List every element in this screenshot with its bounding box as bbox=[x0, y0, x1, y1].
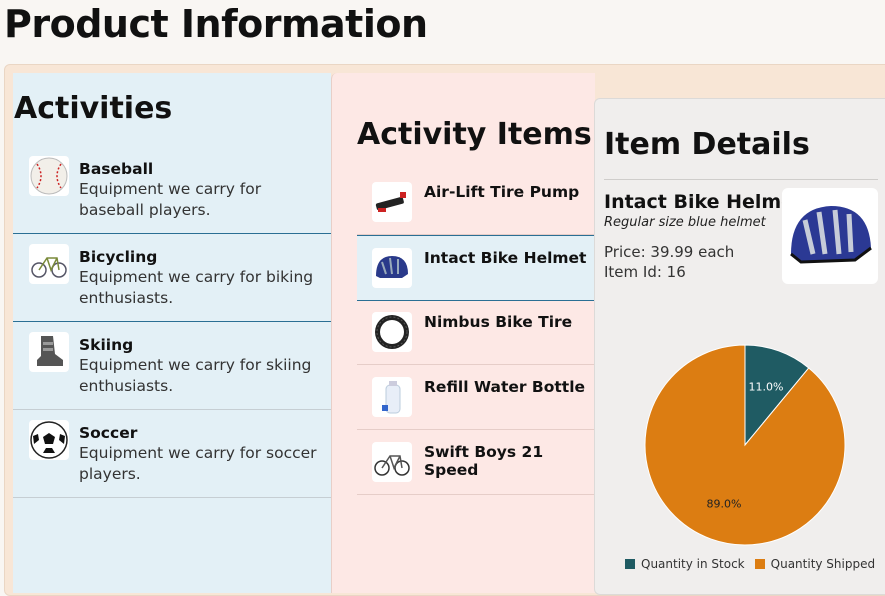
divider bbox=[604, 179, 878, 180]
activity-item-baseball[interactable]: Baseball Equipment we carry for baseball… bbox=[13, 146, 331, 234]
quantity-pie-chart: 11.0% 89.0% bbox=[644, 344, 846, 546]
bike-helmet-icon bbox=[372, 248, 412, 288]
activity-name: Bicycling bbox=[79, 248, 158, 266]
soccer-ball-icon bbox=[29, 420, 69, 460]
activity-name: Soccer bbox=[79, 424, 138, 442]
pie-label-1: 89.0% bbox=[707, 497, 742, 510]
activity-name: Skiing bbox=[79, 336, 134, 354]
legend-item-stock: Quantity in Stock bbox=[625, 557, 745, 571]
water-bottle-icon bbox=[372, 377, 412, 417]
legend-swatch bbox=[625, 559, 635, 569]
activity-item-row[interactable]: Refill Water Bottle bbox=[357, 365, 595, 430]
tire-pump-icon bbox=[372, 182, 412, 222]
item-details-heading: Item Details bbox=[604, 127, 810, 162]
activities-heading: Activities bbox=[14, 91, 173, 126]
item-details-pane: Item Details Intact Bike Helmet Regular … bbox=[594, 98, 885, 595]
activity-item-row[interactable]: Swift Boys 21 Speed bbox=[357, 430, 595, 495]
item-id: Item Id: 16 bbox=[604, 263, 686, 281]
ski-boot-icon bbox=[29, 332, 69, 372]
legend-swatch bbox=[754, 559, 765, 569]
activity-item-row[interactable]: Nimbus Bike Tire bbox=[357, 300, 595, 365]
activities-pane: Activities Baseball Equipment we carry f… bbox=[13, 73, 331, 593]
activity-name: Baseball bbox=[79, 160, 154, 178]
activity-description: Equipment we carry for skiing enthusiast… bbox=[79, 356, 312, 395]
item-price: Price: 39.99 each bbox=[604, 243, 735, 261]
activity-items-heading: Activity Items bbox=[357, 117, 592, 152]
chart-legend: Quantity in Stock Quantity Shipped bbox=[625, 557, 875, 571]
activity-item-row[interactable]: Air-Lift Tire Pump bbox=[357, 170, 595, 235]
legend-item-shipped: Quantity Shipped bbox=[754, 557, 875, 571]
activity-item-bicycling[interactable]: Bicycling Equipment we carry for biking … bbox=[13, 234, 331, 322]
activity-item-row[interactable]: Intact Bike Helmet bbox=[357, 235, 595, 301]
bicycle-icon bbox=[372, 442, 412, 482]
activity-item-name: Air-Lift Tire Pump bbox=[424, 183, 580, 201]
activity-items-pane: Activity Items Air-Lift Tire Pump Intact… bbox=[331, 73, 595, 593]
activity-item-skiing[interactable]: Skiing Equipment we carry for skiing ent… bbox=[13, 322, 331, 410]
activity-item-name: Refill Water Bottle bbox=[424, 378, 586, 396]
bicycle-icon bbox=[29, 244, 69, 284]
item-description: Regular size blue helmet bbox=[604, 215, 766, 230]
activity-item-soccer[interactable]: Soccer Equipment we carry for soccer pla… bbox=[13, 410, 331, 498]
bike-tire-icon bbox=[372, 312, 412, 352]
page-title: Product Information bbox=[4, 2, 428, 46]
activity-item-name: Intact Bike Helmet bbox=[424, 249, 587, 267]
pie-label-0: 11.0% bbox=[749, 381, 784, 394]
activity-description: Equipment we carry for biking enthusiast… bbox=[79, 268, 314, 307]
activity-description: Equipment we carry for soccer players. bbox=[79, 444, 317, 483]
baseball-icon bbox=[29, 156, 69, 196]
activity-description: Equipment we carry for baseball players. bbox=[79, 180, 262, 219]
item-name: Intact Bike Helmet bbox=[604, 191, 804, 213]
pie-slice-1 bbox=[644, 344, 846, 546]
activity-item-name: Nimbus Bike Tire bbox=[424, 313, 573, 331]
bike-helmet-image bbox=[782, 188, 878, 284]
activity-item-name: Swift Boys 21 Speed bbox=[424, 443, 544, 479]
